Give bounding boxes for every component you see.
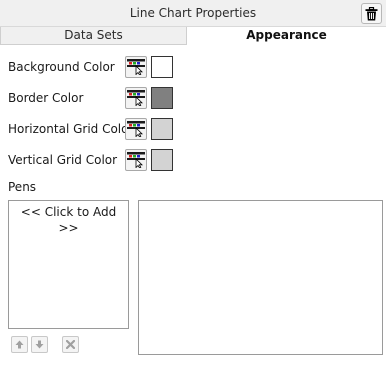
move-down-button[interactable] — [31, 336, 48, 353]
delete-button[interactable] — [361, 3, 382, 24]
vertical-grid-color-swatch[interactable] — [151, 149, 173, 171]
horizontal-grid-color-label: Horizontal Grid Color — [8, 122, 134, 136]
horizontal-grid-color-swatch[interactable] — [151, 118, 173, 140]
vertical-grid-color-picker-button[interactable] — [125, 149, 147, 171]
color-picker-icon — [127, 90, 145, 106]
vertical-grid-color-row: Vertical Grid Color — [0, 148, 386, 172]
title-bar: Line Chart Properties — [0, 0, 386, 27]
color-picker-icon — [127, 121, 145, 137]
pens-label: Pens — [8, 180, 37, 194]
tab-data-sets[interactable]: Data Sets — [0, 27, 187, 45]
click-to-add-item[interactable]: << Click to Add >> — [9, 204, 128, 236]
horizontal-grid-color-picker-button[interactable] — [125, 118, 147, 140]
vertical-grid-color-label: Vertical Grid Color — [8, 153, 118, 167]
pen-list[interactable]: << Click to Add >> — [8, 200, 129, 329]
border-color-picker-button[interactable] — [125, 87, 147, 109]
tab-appearance[interactable]: Appearance — [187, 27, 386, 45]
color-picker-icon — [127, 152, 145, 168]
tab-strip: Data Sets Appearance — [0, 27, 386, 45]
move-up-button[interactable] — [11, 336, 28, 353]
horizontal-grid-color-row: Horizontal Grid Color — [0, 117, 386, 141]
border-color-label: Border Color — [8, 91, 84, 105]
remove-pen-button[interactable] — [62, 336, 79, 353]
window-title: Line Chart Properties — [129, 6, 257, 20]
border-color-row: Border Color — [0, 86, 386, 110]
background-color-picker-button[interactable] — [125, 56, 147, 78]
color-picker-icon — [127, 59, 145, 75]
arrow-up-icon — [15, 340, 24, 349]
border-color-swatch[interactable] — [151, 87, 173, 109]
trash-icon — [365, 6, 378, 20]
pen-properties-panel — [138, 200, 383, 355]
delete-x-icon — [66, 340, 75, 349]
arrow-down-icon — [35, 340, 44, 349]
background-color-label: Background Color — [8, 60, 115, 74]
background-color-swatch[interactable] — [151, 56, 173, 78]
background-color-row: Background Color — [0, 55, 386, 79]
